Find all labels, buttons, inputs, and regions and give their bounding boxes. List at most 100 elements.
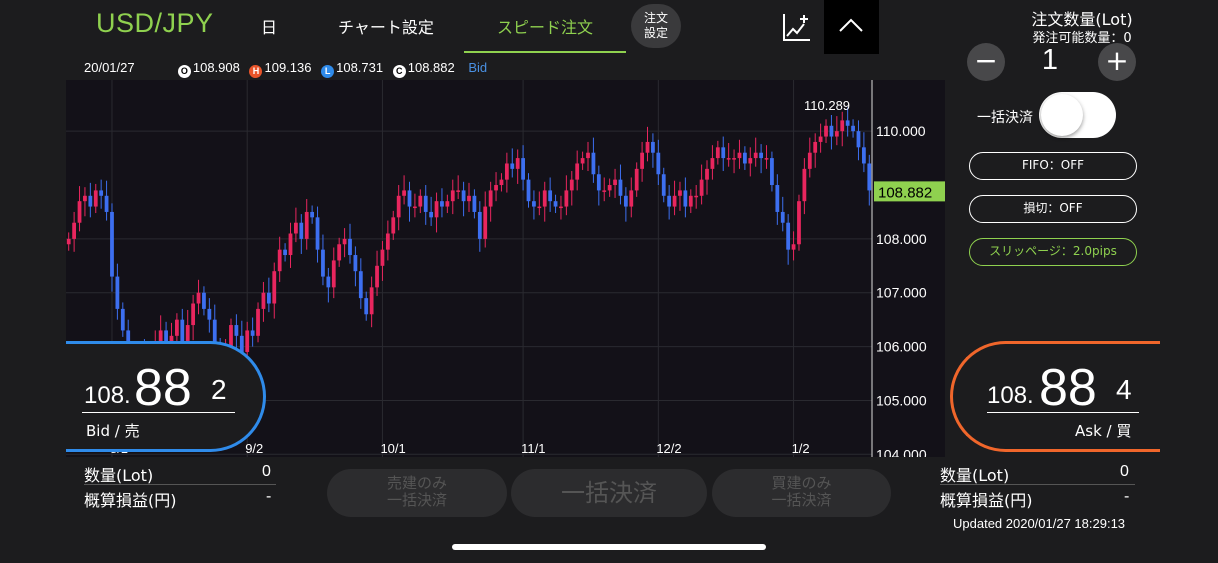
sell-only-settle-button[interactable]: 売建のみ 一括決済 xyxy=(327,469,507,517)
candle-body xyxy=(477,211,482,239)
candle-body xyxy=(780,211,785,223)
candle-body xyxy=(261,292,266,309)
candle-body xyxy=(202,292,206,309)
candle-body xyxy=(380,249,385,266)
candle-body xyxy=(472,195,477,212)
candle-body xyxy=(559,206,563,209)
qty-plus-button[interactable]: + xyxy=(1098,43,1136,81)
candle-body xyxy=(629,190,634,207)
candle-body xyxy=(867,163,872,191)
candle-body xyxy=(575,163,580,180)
candle-body xyxy=(185,325,190,342)
candle-body xyxy=(364,298,369,315)
ask-price-fraction: 4 xyxy=(1116,374,1132,405)
candle-body xyxy=(72,222,77,239)
ask-buy-button[interactable]: 108. 88 4 Ask / 買 xyxy=(950,341,1160,452)
candle-body xyxy=(699,179,704,196)
sell-pl-label: 概算損益(円) xyxy=(84,491,177,510)
order-settings-line1: 注文 xyxy=(643,11,668,25)
updated-timestamp: Updated 2020/01/27 18:29:13 xyxy=(953,516,1126,531)
qty-value[interactable]: 1 xyxy=(1000,44,1100,77)
slippage-button[interactable]: スリッページ：2.0pips xyxy=(969,238,1137,266)
divider xyxy=(84,484,276,485)
candle-body xyxy=(645,141,650,153)
candle-body xyxy=(445,201,450,207)
tab-timeframe[interactable]: 日 xyxy=(261,14,277,38)
y-tick-label: 105.000 xyxy=(876,392,927,408)
candle-body xyxy=(596,174,601,191)
candle-body xyxy=(88,195,93,207)
buy-qty-value: 0 xyxy=(1120,463,1129,480)
candle-body xyxy=(158,330,163,342)
candle-body xyxy=(732,158,736,160)
bid-sell-button[interactable]: 108. 88 2 Bid / 売 xyxy=(66,341,266,452)
add-indicator-button[interactable] xyxy=(776,10,816,44)
candle-body xyxy=(634,168,639,191)
candle-body xyxy=(174,319,179,336)
candle-body xyxy=(315,217,320,250)
candle-body xyxy=(564,190,569,207)
candle-body xyxy=(310,211,315,218)
candle-body xyxy=(791,244,796,250)
candle-body xyxy=(115,276,120,309)
candle-body xyxy=(683,190,688,207)
candle-body xyxy=(651,141,655,153)
candle-body xyxy=(266,292,271,304)
candle-body xyxy=(440,201,444,207)
candle-body xyxy=(504,163,509,180)
candle-body xyxy=(396,195,401,218)
candle-body xyxy=(586,152,590,159)
ohlc-info-line: 20/01/27 O 108.908 H 109.136 L 108.731 C 108… xyxy=(84,60,487,78)
high-annotation: 110.289 xyxy=(804,98,850,113)
x-tick-label: 11/1 xyxy=(521,441,545,456)
candle-body xyxy=(407,190,412,207)
candle-body xyxy=(499,179,504,186)
tab-speed-order[interactable]: スピード注文 xyxy=(497,14,593,38)
sell-only-line1: 売建のみ xyxy=(386,474,447,492)
candle-body xyxy=(348,238,352,256)
candle-body xyxy=(580,158,585,164)
candle-body xyxy=(710,158,715,169)
currency-pair-title[interactable]: USD/JPY xyxy=(96,8,214,39)
settle-all-button[interactable]: 一括決済 xyxy=(511,469,707,517)
home-indicator xyxy=(452,544,766,550)
info-high: 109.136 xyxy=(264,60,312,75)
fifo-button[interactable]: FIFO：OFF xyxy=(969,152,1137,180)
candle-body xyxy=(845,120,850,126)
candle-body xyxy=(742,152,747,164)
close-badge-icon: C xyxy=(392,65,406,78)
ask-label: Ask / 買 xyxy=(1075,422,1132,440)
order-settings-button[interactable]: 注文 設定 xyxy=(631,4,681,48)
candle-body xyxy=(234,325,239,336)
candle-body xyxy=(304,211,309,239)
candle-body xyxy=(83,195,87,202)
candle-body xyxy=(721,147,726,159)
candle-body xyxy=(797,201,801,245)
candle-body xyxy=(526,179,531,202)
tab-chart-settings[interactable]: チャート設定 xyxy=(338,14,434,38)
sell-pl-value: - xyxy=(266,488,272,505)
sell-only-line2: 一括決済 xyxy=(386,491,447,509)
info-date: 20/01/27 xyxy=(84,60,135,75)
candle-body xyxy=(321,249,325,277)
candle-body xyxy=(532,201,536,207)
candle-body xyxy=(753,152,758,159)
stop-loss-button[interactable]: 損切：OFF xyxy=(969,195,1137,223)
candle-body xyxy=(456,190,461,192)
buy-only-settle-button[interactable]: 買建のみ 一括決済 xyxy=(712,469,891,517)
candle-body xyxy=(369,287,374,315)
candle-body xyxy=(521,158,525,180)
candle-body xyxy=(764,158,769,160)
candle-body xyxy=(402,190,406,196)
candle-body xyxy=(856,131,861,148)
candle-body xyxy=(640,152,644,169)
collapse-button[interactable] xyxy=(824,0,879,54)
candle-body xyxy=(429,211,434,218)
candle-body xyxy=(385,233,390,250)
candle-body xyxy=(294,222,298,234)
candle-body xyxy=(288,233,293,256)
buy-pl-label: 概算損益(円) xyxy=(940,491,1033,510)
candle-body xyxy=(759,152,764,159)
candle-body xyxy=(93,190,98,207)
candle-body xyxy=(694,195,699,198)
